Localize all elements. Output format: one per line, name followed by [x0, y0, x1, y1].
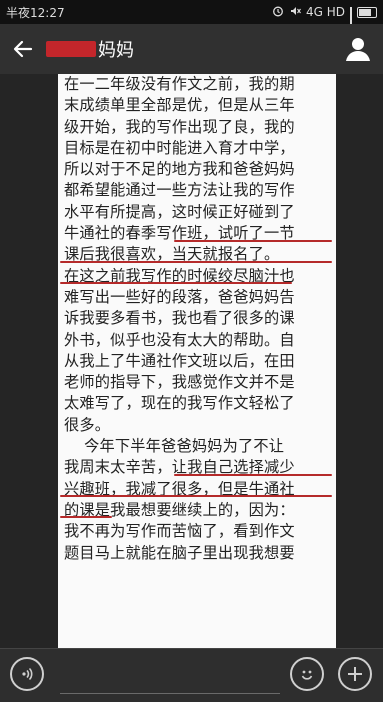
article-line: 老师的指导下，我感觉作文并不是	[64, 373, 295, 392]
chat-content[interactable]: 在一二年级没有作文之前，我的期 末成绩单里全部是优，但是从三年 级开始，我的写作出现…	[0, 74, 383, 648]
underline-mark	[174, 240, 332, 242]
article-line: 都希望能通过一些方法让我的写作	[64, 181, 295, 200]
article-line: 外书，似乎也没有太大的帮助。自	[64, 330, 295, 349]
article-line: 的课是我最想要继续上的，因为：	[64, 500, 295, 519]
voice-button[interactable]	[10, 657, 44, 691]
article-line: 末成绩单里全部是优，但是从三年	[64, 96, 295, 115]
profile-button[interactable]	[343, 34, 373, 64]
emoji-icon	[301, 670, 313, 680]
silent-icon	[289, 5, 301, 20]
article-image[interactable]: 在一二年级没有作文之前，我的期 末成绩单里全部是优，但是从三年 级开始，我的写作出现…	[58, 74, 336, 648]
article-line: 太难写了，现在的我写作文轻松了	[64, 394, 295, 413]
voice-icon	[22, 667, 33, 681]
status-indicators: 4G HD	[272, 5, 377, 42]
article-line: 今年下半年爸爸妈妈为了不让	[64, 437, 285, 456]
network-label: 4G HD	[305, 5, 345, 19]
underline-mark	[174, 474, 332, 476]
article-line: 从我上了牛通社作文班以后，在田	[64, 351, 295, 370]
article-line: 水平有所提高，这时候正好碰到了	[64, 202, 295, 221]
underline-mark	[60, 282, 292, 284]
article-line: 很多。	[64, 415, 111, 434]
article-line: 题目马上就能在脑子里出现我想要	[64, 543, 295, 562]
article-line: 难写出一些好的段落，爸爸妈妈告	[64, 287, 295, 306]
redacted-name	[46, 41, 96, 57]
message-input[interactable]	[60, 693, 280, 694]
chat-header: 妈妈	[0, 24, 383, 74]
back-arrow-icon	[13, 40, 33, 58]
underline-mark	[60, 261, 332, 263]
article-line: 诉我要多看书，我也看了很多的课	[64, 309, 295, 328]
underline-mark	[60, 495, 332, 497]
emoji-button[interactable]	[290, 657, 324, 691]
add-icon	[348, 667, 362, 681]
article-line: 我不再为写作而苦恼了，看到作文	[64, 522, 295, 541]
underline-mark	[60, 516, 112, 518]
battery-icon	[357, 6, 377, 18]
profile-icon	[346, 38, 370, 61]
article-line: 级开始，我的写作出现了良，我的	[64, 117, 295, 136]
back-button[interactable]	[0, 24, 46, 74]
chat-title-text: 妈妈	[98, 40, 134, 61]
article-text: 在一二年级没有作文之前，我的期 末成绩单里全部是优，但是从三年 级开始，我的写作出现…	[58, 74, 336, 564]
alarm-icon	[272, 5, 284, 20]
status-time: 半夜12:27	[6, 5, 65, 20]
add-button[interactable]	[338, 657, 372, 691]
article-line: 所以对于不足的地方我和爸爸妈妈	[64, 160, 295, 179]
chat-title: 妈妈	[46, 36, 134, 62]
input-bar	[0, 648, 383, 702]
article-line: 目标是在初中时能进入育才中学，	[64, 138, 295, 157]
signal-icon	[350, 6, 352, 42]
article-line: 在一二年级没有作文之前，我的期	[64, 75, 295, 93]
status-bar: 半夜12:27 4G HD	[0, 0, 383, 42]
